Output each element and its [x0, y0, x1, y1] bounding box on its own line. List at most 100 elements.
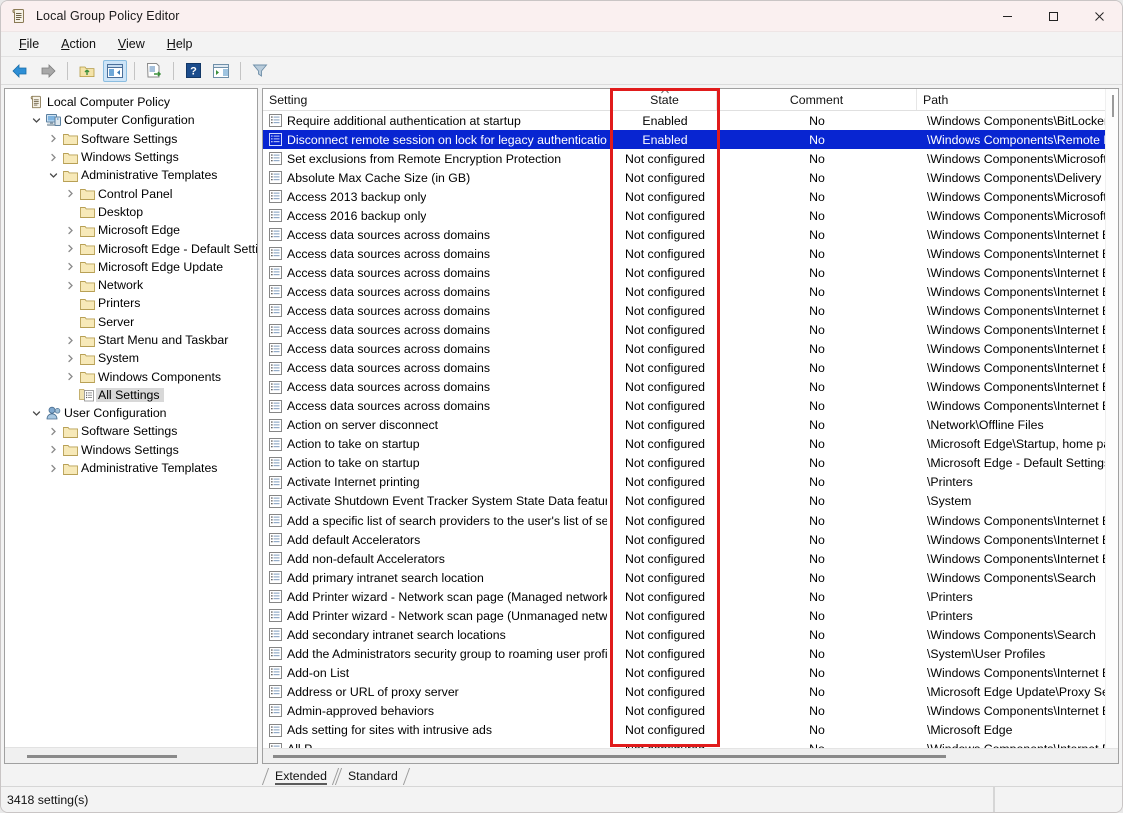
settings-row[interactable]: Address or URL of proxy serverNot config…: [263, 682, 1118, 701]
tree-item-server[interactable]: Server: [5, 313, 257, 331]
column-header-setting[interactable]: Setting: [263, 89, 613, 110]
tab-extended[interactable]: Extended: [263, 767, 336, 786]
settings-row[interactable]: Activate Shutdown Event Tracker System S…: [263, 492, 1118, 511]
tree-item-network[interactable]: Network: [5, 276, 257, 294]
menu-help[interactable]: Help: [156, 35, 204, 54]
chevron-right-icon[interactable]: [45, 427, 61, 436]
tree-item-windows-settings[interactable]: Windows Settings: [5, 148, 257, 166]
help-icon[interactable]: ?: [181, 60, 205, 82]
tree-item-windows-components[interactable]: Windows Components: [5, 367, 257, 385]
settings-row[interactable]: All P...Not configuredNo\Windows Compone…: [263, 740, 1118, 748]
chevron-down-icon[interactable]: [45, 171, 61, 180]
tree-item-control-panel[interactable]: Control Panel: [5, 184, 257, 202]
tree-horizontal-scrollbar[interactable]: [5, 747, 257, 763]
settings-row[interactable]: Add-on ListNot configuredNo\Windows Comp…: [263, 663, 1118, 682]
settings-row[interactable]: Add Printer wizard - Network scan page (…: [263, 606, 1118, 625]
listview-horizontal-scrollbar[interactable]: [263, 748, 1118, 763]
settings-row[interactable]: Access data sources across domainsNot co…: [263, 244, 1118, 263]
settings-row[interactable]: Access 2016 backup onlyNot configuredNo\…: [263, 206, 1118, 225]
settings-row[interactable]: Add primary intranet search locationNot …: [263, 568, 1118, 587]
settings-row[interactable]: Action to take on startupNot configuredN…: [263, 435, 1118, 454]
settings-row[interactable]: Add the Administrators security group to…: [263, 644, 1118, 663]
settings-row[interactable]: Access data sources across domainsNot co…: [263, 397, 1118, 416]
tree-item-local-computer-policy[interactable]: Local Computer Policy: [5, 93, 257, 111]
chevron-right-icon[interactable]: [62, 226, 78, 235]
chevron-down-icon[interactable]: [28, 409, 44, 418]
settings-row[interactable]: Disconnect remote session on lock for le…: [263, 130, 1118, 149]
settings-row[interactable]: Access data sources across domainsNot co…: [263, 340, 1118, 359]
column-header-comment[interactable]: Comment: [717, 89, 917, 110]
settings-row[interactable]: Require additional authentication at sta…: [263, 111, 1118, 130]
tree-item-microsoft-edge-update[interactable]: Microsoft Edge Update: [5, 258, 257, 276]
tree-item-software-settings[interactable]: Software Settings: [5, 422, 257, 440]
settings-row[interactable]: Access data sources across domainsNot co…: [263, 282, 1118, 301]
chevron-right-icon[interactable]: [62, 372, 78, 381]
tree-item-windows-settings[interactable]: Windows Settings: [5, 441, 257, 459]
tree-item-user-configuration[interactable]: User Configuration: [5, 404, 257, 422]
settings-row[interactable]: Ads setting for sites with intrusive ads…: [263, 721, 1118, 740]
settings-row[interactable]: Set exclusions from Remote Encryption Pr…: [263, 149, 1118, 168]
menu-view[interactable]: View: [107, 35, 156, 54]
chevron-right-icon[interactable]: [62, 244, 78, 253]
settings-row[interactable]: Add a specific list of search providers …: [263, 511, 1118, 530]
settings-row[interactable]: Access data sources across domainsNot co…: [263, 359, 1118, 378]
settings-row[interactable]: Action on server disconnectNot configure…: [263, 416, 1118, 435]
settings-row[interactable]: Add non-default AcceleratorsNot configur…: [263, 549, 1118, 568]
settings-row[interactable]: Access data sources across domainsNot co…: [263, 263, 1118, 282]
tree-scroll-thumb[interactable]: [27, 755, 177, 758]
settings-row[interactable]: Admin-approved behaviorsNot configuredNo…: [263, 701, 1118, 720]
tree-item-system[interactable]: System: [5, 349, 257, 367]
tree-item-all-settings[interactable]: All Settings: [5, 386, 257, 404]
show-hide-console-tree-icon[interactable]: [103, 60, 127, 82]
chevron-right-icon[interactable]: [62, 354, 78, 363]
settings-row[interactable]: Access data sources across domainsNot co…: [263, 225, 1118, 244]
settings-row[interactable]: Access data sources across domainsNot co…: [263, 301, 1118, 320]
chevron-right-icon[interactable]: [45, 464, 61, 473]
settings-row[interactable]: Activate Internet printingNot configured…: [263, 473, 1118, 492]
settings-row[interactable]: Access 2013 backup onlyNot configuredNo\…: [263, 187, 1118, 206]
tree-item-computer-configuration[interactable]: Computer Configuration: [5, 111, 257, 129]
settings-row[interactable]: Action to take on startupNot configuredN…: [263, 454, 1118, 473]
column-header-path[interactable]: Path: [917, 89, 1113, 110]
chevron-down-icon[interactable]: [28, 116, 44, 125]
settings-row[interactable]: Add Printer wizard - Network scan page (…: [263, 587, 1118, 606]
filter-icon[interactable]: [248, 60, 272, 82]
console-tree[interactable]: Local Computer PolicyComputer Configurat…: [5, 89, 257, 747]
listview-vertical-scrollbar[interactable]: [1105, 89, 1118, 748]
tree-item-administrative-templates[interactable]: Administrative Templates: [5, 459, 257, 477]
minimize-button[interactable]: [984, 1, 1030, 32]
tree-item-software-settings[interactable]: Software Settings: [5, 130, 257, 148]
settings-row[interactable]: Absolute Max Cache Size (in GB)Not confi…: [263, 168, 1118, 187]
maximize-button[interactable]: [1030, 1, 1076, 32]
tree-item-microsoft-edge-default-settings[interactable]: Microsoft Edge - Default Settings: [5, 239, 257, 257]
menu-action[interactable]: Action: [50, 35, 107, 54]
back-icon[interactable]: [8, 60, 32, 82]
chevron-right-icon[interactable]: [45, 153, 61, 162]
forward-icon[interactable]: [36, 60, 60, 82]
listview-rows[interactable]: Require additional authentication at sta…: [263, 111, 1118, 748]
settings-row[interactable]: Add default AcceleratorsNot configuredNo…: [263, 530, 1118, 549]
export-list-icon[interactable]: [142, 60, 166, 82]
chevron-right-icon[interactable]: [62, 281, 78, 290]
column-header-state[interactable]: State: [613, 89, 717, 110]
tree-item-start-menu-and-taskbar[interactable]: Start Menu and Taskbar: [5, 331, 257, 349]
chevron-right-icon[interactable]: [62, 189, 78, 198]
listview-vscroll-thumb[interactable]: [1112, 95, 1114, 117]
tree-item-printers[interactable]: Printers: [5, 294, 257, 312]
tab-standard[interactable]: Standard: [336, 767, 407, 786]
chevron-right-icon[interactable]: [45, 134, 61, 143]
close-button[interactable]: [1076, 1, 1122, 32]
listview-hscroll-thumb[interactable]: [273, 755, 946, 758]
chevron-right-icon[interactable]: [45, 445, 61, 454]
menu-file[interactable]: File: [8, 35, 50, 54]
settings-row[interactable]: Add secondary intranet search locationsN…: [263, 625, 1118, 644]
tree-item-desktop[interactable]: Desktop: [5, 203, 257, 221]
settings-row[interactable]: Access data sources across domainsNot co…: [263, 321, 1118, 340]
settings-row[interactable]: Access data sources across domainsNot co…: [263, 378, 1118, 397]
show-hide-action-pane-icon[interactable]: [209, 60, 233, 82]
tree-item-administrative-templates[interactable]: Administrative Templates: [5, 166, 257, 184]
chevron-right-icon[interactable]: [62, 262, 78, 271]
tree-item-microsoft-edge[interactable]: Microsoft Edge: [5, 221, 257, 239]
chevron-right-icon[interactable]: [62, 336, 78, 345]
up-one-level-icon[interactable]: [75, 60, 99, 82]
